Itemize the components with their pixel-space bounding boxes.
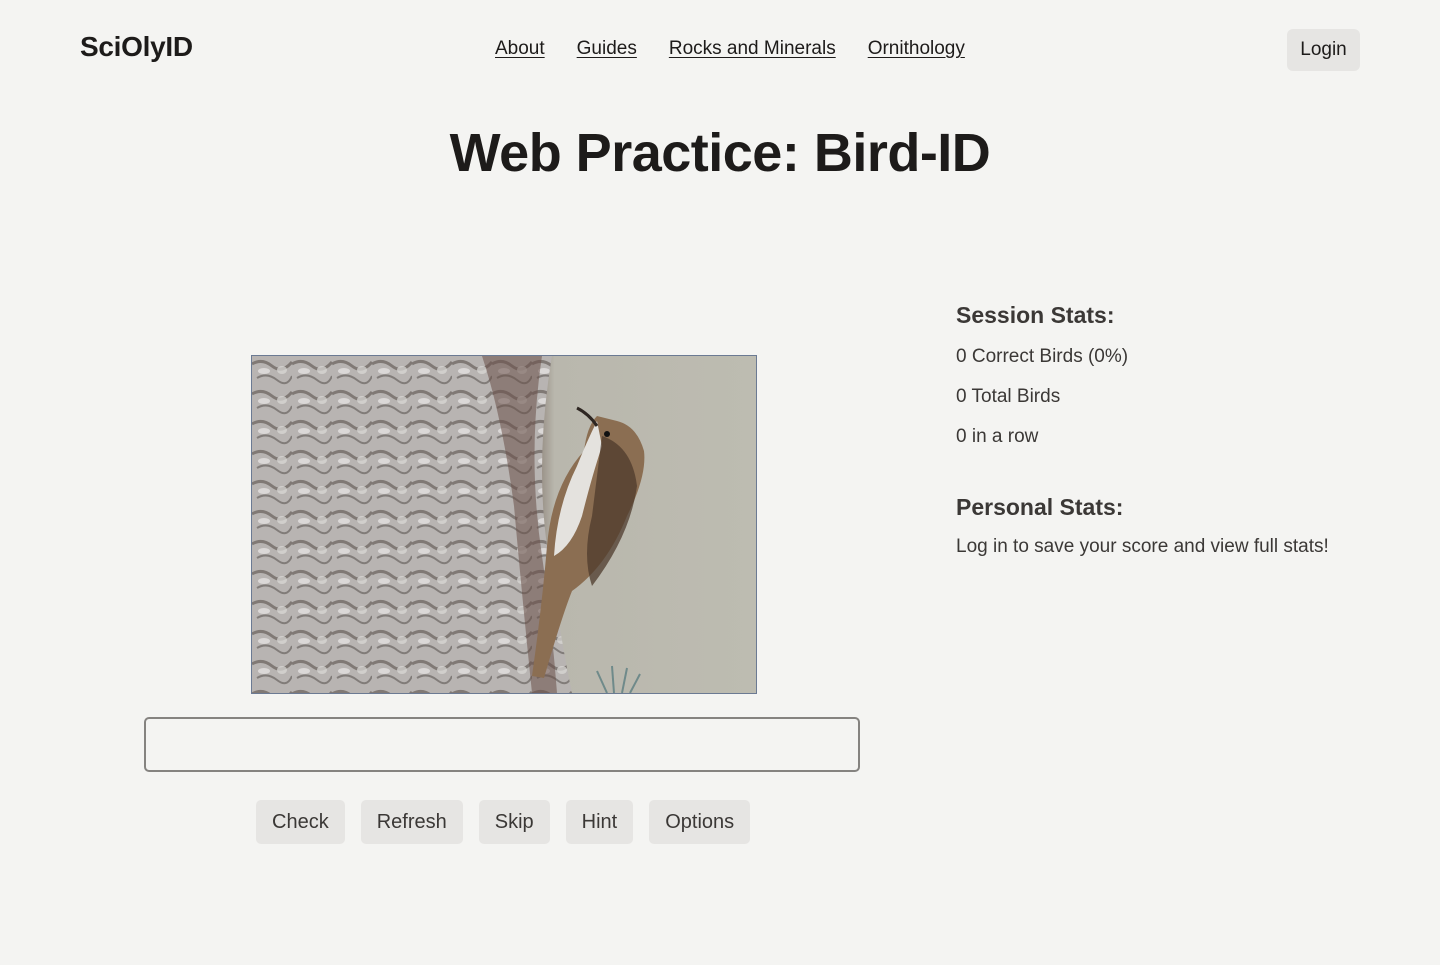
main-nav: About Guides Rocks and Minerals Ornithol… [495,38,965,60]
login-button[interactable]: Login [1287,29,1360,71]
action-buttons: Check Refresh Skip Hint Options [256,800,751,844]
site-header: SciOlyID About Guides Rocks and Minerals… [0,0,1440,100]
nav-link-ornithology[interactable]: Ornithology [868,38,965,60]
personal-stats-heading: Personal Stats: [956,494,1124,520]
skip-button[interactable]: Skip [478,800,550,844]
check-button[interactable]: Check [256,800,345,844]
correct-birds-stat: 0 Correct Birds (0%) [956,346,1129,367]
refresh-button[interactable]: Refresh [360,800,463,844]
stats-panel: Session Stats: 0 Correct Birds (0%) 0 To… [956,302,1329,558]
bird-photo-illustration [252,356,756,693]
total-birds-stat: 0 Total Birds [956,386,1061,407]
nav-link-guides[interactable]: Guides [577,38,637,60]
login-prompt-text: Log in to save your score and view full … [956,536,1329,557]
answer-input[interactable] [144,717,860,772]
session-stats-heading: Session Stats: [956,302,1115,328]
page-title: Web Practice: Bird-ID [449,123,991,183]
streak-stat: 0 in a row [956,426,1039,447]
bird-image [251,355,757,694]
site-logo[interactable]: SciOlyID [80,31,193,63]
hint-button[interactable]: Hint [565,800,634,844]
nav-link-about[interactable]: About [495,38,545,60]
nav-link-rocks-and-minerals[interactable]: Rocks and Minerals [669,38,836,60]
options-button[interactable]: Options [649,800,751,844]
